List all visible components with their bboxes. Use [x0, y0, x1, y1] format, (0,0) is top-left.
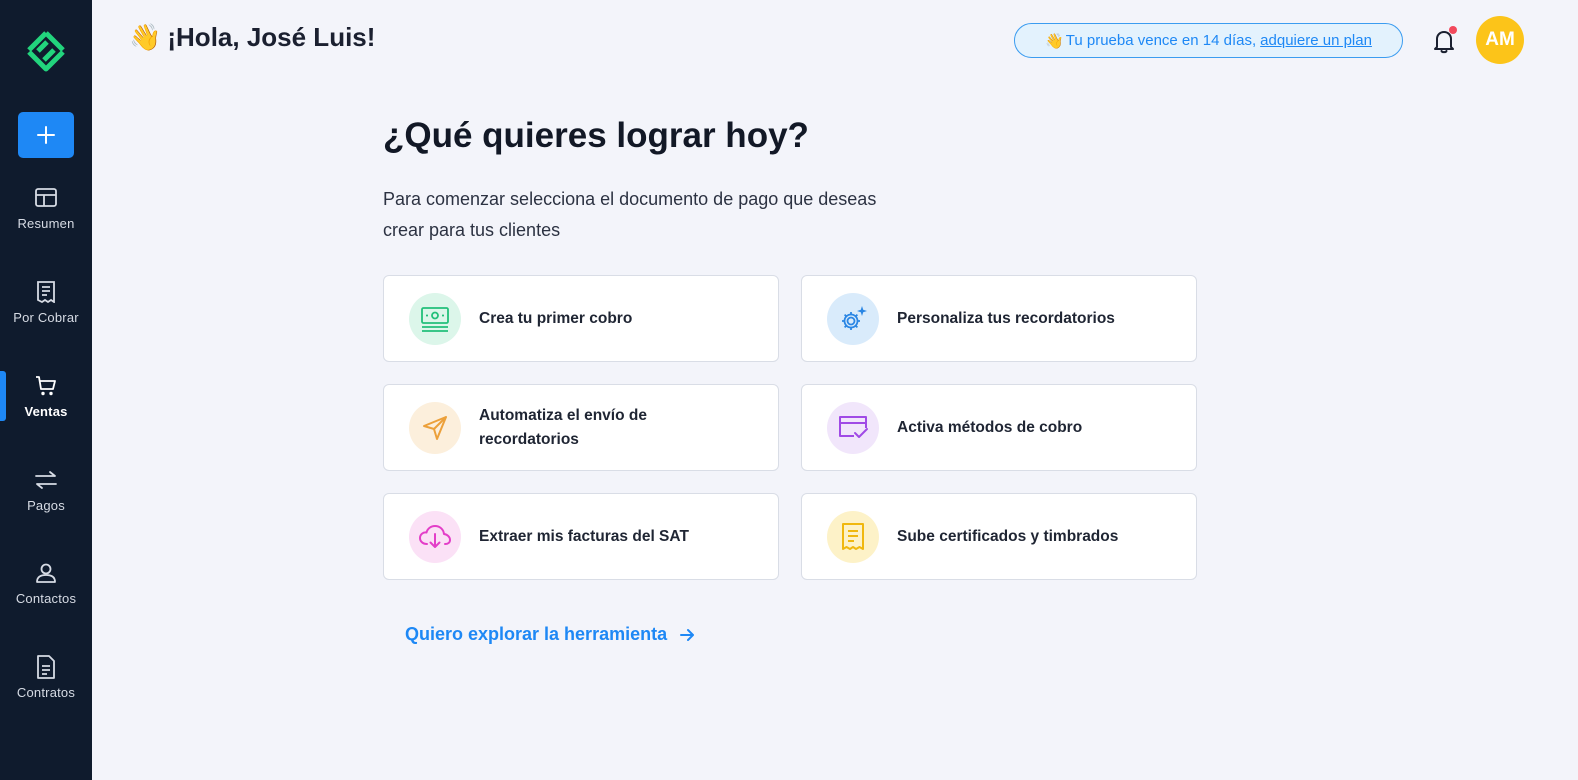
card-label: Automatiza el envío de recordatorios: [479, 406, 647, 448]
sidebar-item-pagos[interactable]: Pagos: [0, 468, 92, 528]
avatar[interactable]: AM: [1476, 16, 1524, 64]
transfer-arrows-icon: [34, 468, 58, 492]
add-button[interactable]: [18, 112, 74, 158]
card-label: Sube certificados y timbrados: [897, 527, 1119, 545]
sidebar-item-por-cobrar[interactable]: Por Cobrar: [0, 280, 92, 340]
diamond-logo-icon[interactable]: [24, 29, 68, 73]
receipt-doc-icon: [827, 510, 879, 563]
card-extract-invoices[interactable]: Extraer mis facturas del SAT: [383, 493, 779, 580]
wave-hand-icon: 👋: [1045, 32, 1064, 50]
card-label: Activa métodos de cobro: [897, 418, 1083, 436]
receipt-icon: [34, 280, 58, 304]
sidebar-item-label: Ventas: [24, 404, 68, 419]
buy-plan-link[interactable]: adquiere un plan: [1260, 32, 1372, 49]
card-label: Extraer mis facturas del SAT: [479, 527, 689, 545]
layout-icon: [34, 186, 58, 210]
wave-hand-icon: 👋: [129, 22, 162, 52]
card-customize-reminders[interactable]: Personaliza tus recordatorios: [801, 275, 1197, 362]
sidebar-item-contactos[interactable]: Contactos: [0, 561, 92, 621]
cloud-download-icon: [409, 510, 461, 563]
money-bill-icon: [409, 292, 461, 345]
sidebar-item-contratos[interactable]: Contratos: [0, 655, 92, 715]
card-payment-methods[interactable]: Activa métodos de cobro: [801, 384, 1197, 471]
document-icon: [34, 655, 58, 679]
page-title: ¿Qué quieres lograr hoy?: [383, 116, 809, 155]
sidebar-item-label: Contratos: [16, 685, 76, 700]
card-upload-certificates[interactable]: Sube certificados y timbrados: [801, 493, 1197, 580]
notification-dot: [1449, 26, 1457, 34]
sidebar-item-label: Contactos: [15, 591, 77, 606]
card-label: Crea tu primer cobro: [479, 309, 633, 327]
plus-icon: [37, 126, 55, 144]
card-automate-reminders[interactable]: Automatiza el envío de recordatorios: [383, 384, 779, 471]
sidebar-item-resumen[interactable]: Resumen: [0, 186, 92, 246]
arrow-right-icon: [680, 628, 695, 641]
sidebar-item-label: Por Cobrar: [13, 310, 79, 325]
explore-link-label: Quiero explorar la herramienta: [405, 624, 668, 644]
gear-sparkle-icon: [827, 292, 879, 345]
explore-tool-link[interactable]: Quiero explorar la herramienta: [405, 624, 695, 645]
sidebar: Resumen Por Cobrar Ventas Pagos Contacto…: [0, 0, 92, 780]
cart-icon: [34, 374, 58, 398]
sidebar-item-label: Pagos: [27, 498, 65, 513]
sidebar-item-ventas[interactable]: Ventas: [0, 374, 92, 434]
trial-text: Tu prueba vence en 14 días,: [1065, 32, 1257, 49]
card-check-icon: [827, 401, 879, 454]
page-subtitle: Para comenzar selecciona el documento de…: [383, 189, 877, 240]
sidebar-item-label: Resumen: [17, 216, 75, 231]
greeting-text: ¡Hola, José Luis!: [167, 22, 376, 52]
greeting-title: 👋 ¡Hola, José Luis!: [129, 22, 375, 53]
user-icon: [34, 561, 58, 585]
send-plane-icon: [409, 401, 461, 454]
card-label: Personaliza tus recordatorios: [897, 309, 1115, 327]
trial-banner: 👋 Tu prueba vence en 14 días, adquiere u…: [1014, 23, 1403, 58]
card-create-charge[interactable]: Crea tu primer cobro: [383, 275, 779, 362]
